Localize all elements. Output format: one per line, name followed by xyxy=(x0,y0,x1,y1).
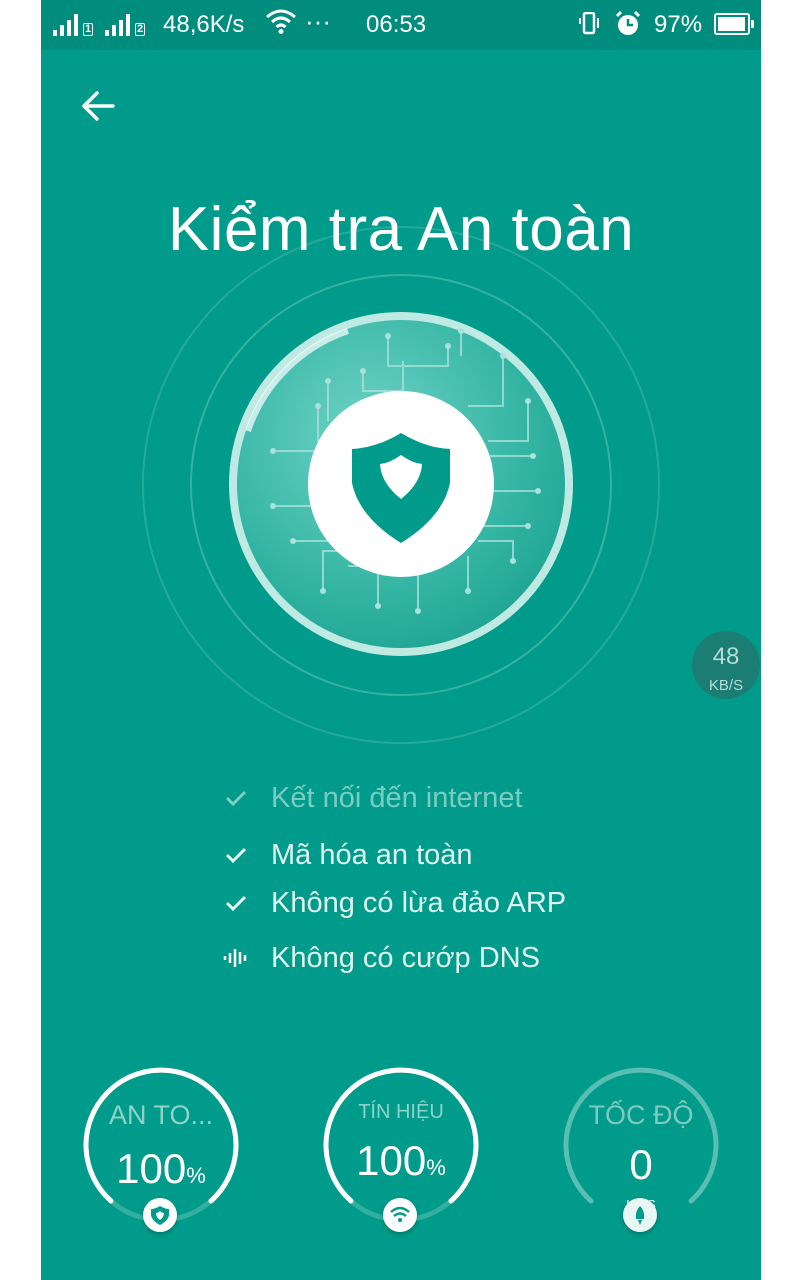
rocket-icon xyxy=(623,1198,657,1232)
scanning-wave-icon xyxy=(223,949,247,967)
signal-sim2-icon: 2 xyxy=(105,14,146,36)
gauge-value: 0 xyxy=(629,1141,653,1188)
check-item-dns: Không có cướp DNS xyxy=(221,938,540,978)
vibrate-icon xyxy=(578,11,600,43)
check-item-encryption: Mã hóa an toàn xyxy=(221,835,473,875)
speed-bubble[interactable]: 48 KB/S xyxy=(692,631,760,699)
check-item-label: Không có cướp DNS xyxy=(271,941,540,974)
security-scan-orb xyxy=(229,312,573,656)
wifi-icon xyxy=(383,1198,417,1232)
status-bar: 1 2 48,6K/s ··· 06:53 97% xyxy=(41,0,761,50)
check-item-label: Kết nối đến internet xyxy=(271,781,523,814)
check-item-arp: Không có lừa đảo ARP xyxy=(221,883,566,923)
page-title: Kiểm tra An toàn xyxy=(167,195,635,264)
check-item-label: Mã hóa an toàn xyxy=(271,838,473,871)
check-icon xyxy=(225,895,247,912)
screen: 1 2 48,6K/s ··· 06:53 97% Kiểm tra An to… xyxy=(41,0,761,1280)
gauge-value: 100% xyxy=(356,1137,446,1184)
gauge-label: TÍN HIỆU xyxy=(358,1101,444,1123)
gauge-value: 100% xyxy=(116,1145,206,1192)
arrow-left-icon xyxy=(82,91,115,121)
check-item-internet: Kết nối đến internet xyxy=(221,778,523,818)
back-button[interactable] xyxy=(77,84,121,128)
more-dots-icon: ··· xyxy=(305,6,331,36)
speed-bubble-value: 48 xyxy=(712,643,740,670)
alarm-icon xyxy=(614,10,642,45)
battery-icon xyxy=(714,13,754,35)
battery-percent: 97% xyxy=(654,11,703,38)
gauge-signal[interactable]: TÍN HIỆU 100% xyxy=(321,1065,481,1232)
net-speed: 48,6K/s xyxy=(163,11,245,38)
gauge-label: TỐC ĐỘ xyxy=(588,1100,694,1130)
gauge-safety[interactable]: AN TO... 100% xyxy=(81,1065,241,1232)
signal-sim1-icon: 1 xyxy=(53,14,94,36)
speed-bubble-unit: KB/S xyxy=(708,677,744,694)
wifi-status-icon xyxy=(265,7,297,44)
gauge-speed[interactable]: TỐC ĐỘ 0 KB/S xyxy=(561,1065,721,1232)
check-item-label: Không có lừa đảo ARP xyxy=(271,886,567,919)
check-icon xyxy=(225,790,247,807)
check-icon xyxy=(225,847,247,864)
clock: 06:53 xyxy=(366,11,427,38)
gauge-label: AN TO... xyxy=(108,1100,214,1130)
shield-icon xyxy=(143,1198,177,1232)
